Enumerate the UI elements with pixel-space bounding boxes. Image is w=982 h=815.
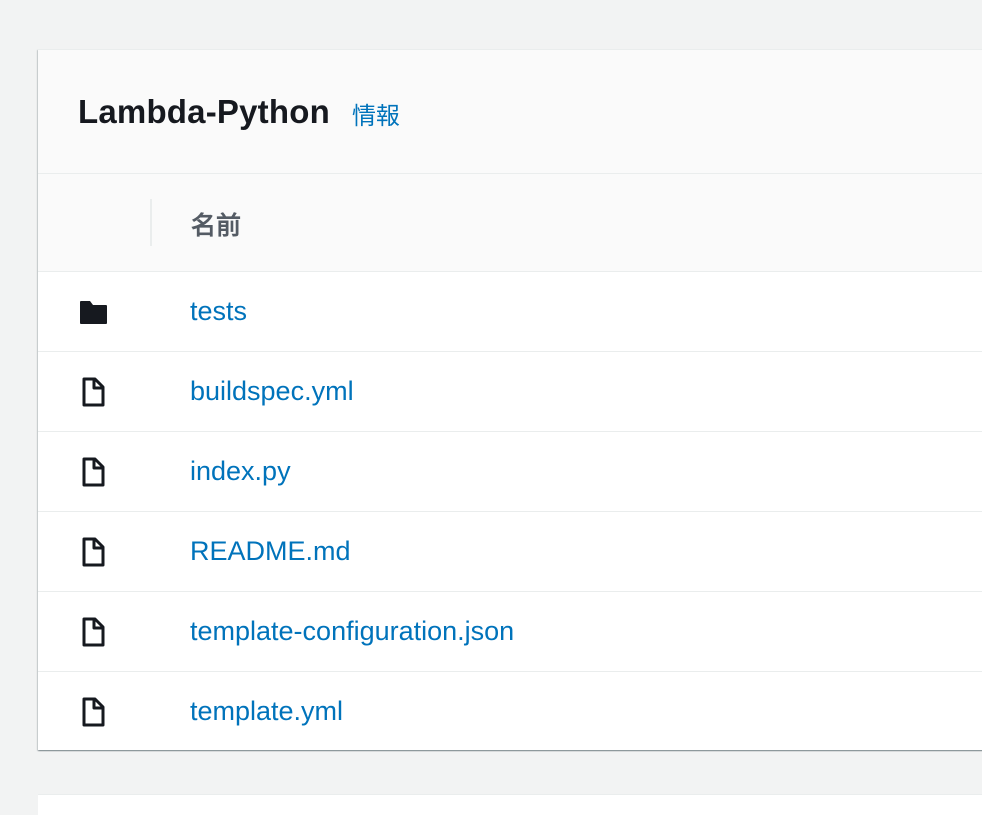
file-link-readme[interactable]: README.md (190, 536, 351, 567)
next-panel-edge (38, 794, 982, 815)
table-row: README.md (38, 512, 982, 592)
page-title: Lambda-Python (78, 92, 330, 130)
file-list: tests buildspec.yml index.py README.md t… (38, 272, 982, 752)
panel-header: Lambda-Python 情報 (38, 50, 982, 174)
folder-icon (80, 301, 107, 324)
column-header-name[interactable]: 名前 (191, 206, 241, 242)
file-browser-panel: Lambda-Python 情報 名前 tests buildspec.yml … (38, 49, 982, 750)
file-link-index[interactable]: index.py (190, 456, 291, 487)
info-link[interactable]: 情報 (352, 96, 400, 131)
file-icon (82, 457, 105, 487)
file-link-template-configuration[interactable]: template-configuration.json (190, 616, 514, 647)
column-divider[interactable] (150, 199, 152, 246)
table-row: template.yml (38, 672, 982, 752)
file-icon (82, 377, 105, 407)
file-link-buildspec[interactable]: buildspec.yml (190, 376, 354, 407)
file-icon (82, 697, 105, 727)
table-row: template-configuration.json (38, 592, 982, 672)
file-icon (82, 537, 105, 567)
file-link-template[interactable]: template.yml (190, 696, 343, 727)
file-icon (82, 617, 105, 647)
table-row: buildspec.yml (38, 352, 982, 432)
table-row: index.py (38, 432, 982, 512)
file-link-tests[interactable]: tests (190, 296, 247, 327)
table-header: 名前 (38, 174, 982, 272)
table-row: tests (38, 272, 982, 352)
